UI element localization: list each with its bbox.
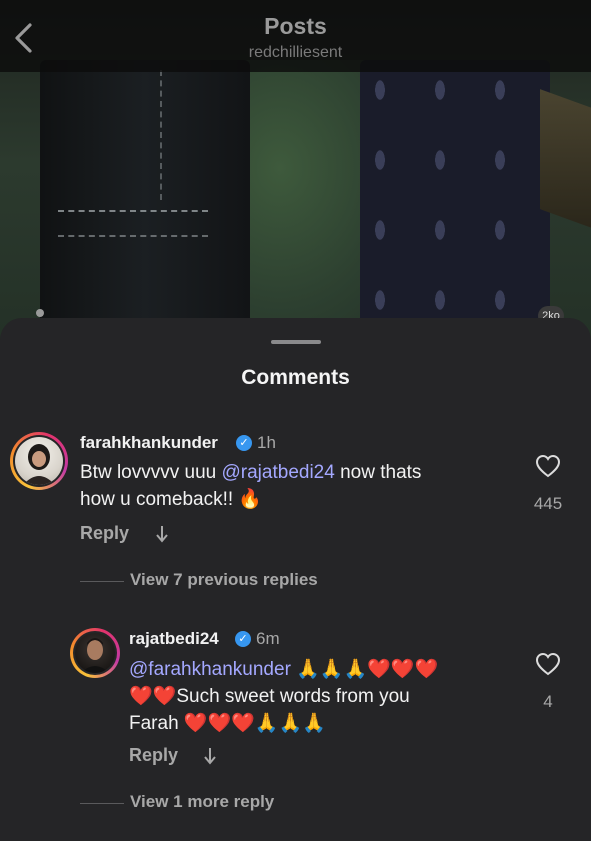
account-name[interactable]: redchilliesent: [0, 44, 591, 62]
avatar[interactable]: [10, 432, 68, 490]
emoji-sequence: 🙏🙏🙏❤️❤️❤️: [296, 658, 439, 680]
avatar[interactable]: [70, 628, 120, 678]
top-header: Posts redchilliesent: [0, 0, 591, 72]
carousel-dot: [36, 309, 44, 317]
photo-rail: [540, 89, 591, 231]
comment-text-part: Such sweet words from you: [176, 686, 410, 707]
comment-time: 1h: [257, 433, 276, 452]
reply-button[interactable]: Reply: [80, 523, 129, 544]
comment-text-part: Btw lovvvvv uuu: [80, 462, 222, 483]
heart-emojis: ❤️❤️: [129, 685, 177, 707]
photo-printed-pants: [360, 60, 550, 330]
comment-text: Btw lovvvvv uuu @rajatbedi24 now thats h…: [80, 459, 500, 513]
comment-text: @farahkhankunder 🙏🙏🙏❤️❤️❤️ ❤️❤️Such swee…: [129, 656, 509, 737]
mention-link[interactable]: @farahkhankunder: [129, 659, 291, 680]
comment-username[interactable]: farahkhankunder: [80, 433, 218, 453]
comments-sheet: Comments farahkhankunder ✓ 1h Btw lovvvv…: [0, 318, 591, 841]
comment-time: 6m: [256, 629, 280, 648]
page-title: Posts: [264, 13, 327, 39]
verified-badge-icon: ✓: [235, 631, 251, 647]
heart-icon[interactable]: [535, 652, 561, 676]
comment-text-part: how u comeback!!: [80, 489, 234, 510]
translate-arrow-icon[interactable]: [202, 746, 218, 766]
comment-text-part: now thats: [334, 462, 422, 483]
like-count[interactable]: 445: [523, 494, 573, 514]
comment-text-part: Farah: [129, 713, 179, 734]
replies-divider: [80, 803, 124, 804]
emoji-sequence: ❤️❤️❤️🙏🙏🙏: [183, 712, 326, 734]
translate-arrow-icon[interactable]: [154, 524, 170, 544]
sheet-grabber[interactable]: [271, 340, 321, 344]
view-replies-button[interactable]: View 7 previous replies: [130, 570, 318, 590]
comment-username[interactable]: rajatbedi24: [129, 629, 219, 649]
replies-divider: [80, 581, 124, 582]
fire-emoji: 🔥: [238, 488, 263, 510]
comments-title: Comments: [241, 366, 350, 389]
heart-icon[interactable]: [535, 454, 561, 478]
reply-button[interactable]: Reply: [129, 745, 178, 766]
verified-badge-icon: ✓: [236, 435, 252, 451]
mention-link[interactable]: @rajatbedi24: [222, 462, 335, 483]
view-replies-button[interactable]: View 1 more reply: [130, 792, 274, 812]
photo-black-cargo-pants: [40, 60, 250, 330]
like-count[interactable]: 4: [523, 692, 573, 712]
